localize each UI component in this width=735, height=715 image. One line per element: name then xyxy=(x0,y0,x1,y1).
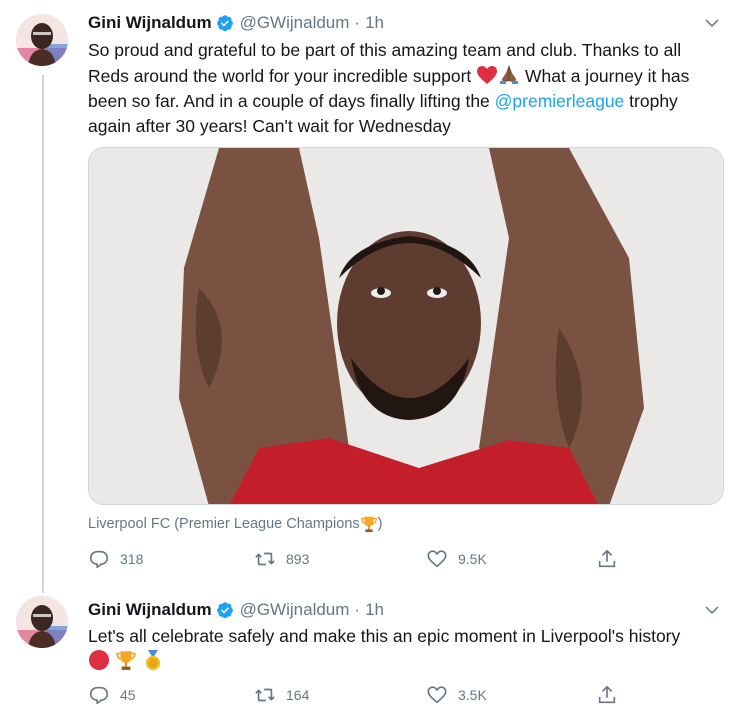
like-count: 3.5K xyxy=(458,687,487,703)
red-heart-emoji xyxy=(477,66,498,84)
author-name[interactable]: Gini Wijnaldum xyxy=(88,13,212,33)
reply-count: 45 xyxy=(120,687,136,703)
retweet-button[interactable]: 893 xyxy=(254,548,309,570)
verified-badge-icon xyxy=(216,602,233,619)
avatar[interactable] xyxy=(16,596,68,648)
tweet-2[interactable]: Gini Wijnaldum @GWijnaldum · 1h Let's al… xyxy=(0,590,735,715)
separator-dot: · xyxy=(354,600,361,619)
media-credit-end: ) xyxy=(377,516,383,532)
author-handle[interactable]: @GWijnaldum xyxy=(240,600,350,620)
retweet-icon xyxy=(255,688,275,702)
reply-count: 318 xyxy=(120,551,144,567)
tweet-actions: 318 893 9.5K xyxy=(88,548,628,572)
like-icon xyxy=(427,686,447,704)
like-button[interactable]: 9.5K xyxy=(426,548,487,570)
reply-button[interactable]: 318 xyxy=(88,548,143,570)
tweet-header: Gini Wijnaldum @GWijnaldum · 1h xyxy=(88,12,384,34)
like-button[interactable]: 3.5K xyxy=(426,684,487,706)
separator-dot: · xyxy=(354,13,361,32)
retweet-count: 893 xyxy=(286,551,310,567)
retweet-icon xyxy=(255,552,275,566)
retweet-button[interactable]: 164 xyxy=(254,684,309,706)
medal-emoji xyxy=(145,650,160,670)
author-handle[interactable]: @GWijnaldum xyxy=(240,13,350,33)
tweet-1[interactable]: Gini Wijnaldum @GWijnaldum · 1h So proud… xyxy=(0,0,735,590)
tweet-text: Let's all celebrate safely and make this… xyxy=(88,624,724,675)
share-icon xyxy=(598,549,616,568)
avatar[interactable] xyxy=(16,14,68,66)
like-count: 9.5K xyxy=(458,551,487,567)
praying-hands-emoji xyxy=(500,65,519,84)
reply-button[interactable]: 45 xyxy=(88,684,136,706)
tweet-text-part: Let's all celebrate safely and make this… xyxy=(88,626,681,646)
share-button[interactable] xyxy=(596,684,618,706)
verified-badge-icon xyxy=(216,15,233,32)
tweet-actions: 45 164 3.5K xyxy=(88,684,628,708)
reply-icon xyxy=(89,686,109,705)
share-button[interactable] xyxy=(596,548,618,570)
media-credit[interactable]: Liverpool FC (Premier League Champions ) xyxy=(88,515,382,533)
trophy-emoji xyxy=(360,516,377,533)
timestamp[interactable]: 1h xyxy=(365,13,384,33)
tweet-text: So proud and grateful to be part of this… xyxy=(88,38,724,139)
chevron-down-icon[interactable] xyxy=(703,14,721,32)
tweet-photo[interactable] xyxy=(88,147,724,505)
author-name[interactable]: Gini Wijnaldum xyxy=(88,600,212,620)
trophy-emoji xyxy=(116,651,136,670)
like-icon xyxy=(427,550,447,568)
mention-link[interactable]: @premierleague xyxy=(495,91,625,111)
media-credit-label: Liverpool FC (Premier League Champions xyxy=(88,516,360,532)
retweet-count: 164 xyxy=(286,687,310,703)
share-icon xyxy=(598,685,616,704)
tweet-header: Gini Wijnaldum @GWijnaldum · 1h xyxy=(88,599,384,621)
reply-icon xyxy=(89,550,109,569)
red-circle-emoji xyxy=(89,650,109,670)
chevron-down-icon[interactable] xyxy=(703,601,721,619)
timestamp[interactable]: 1h xyxy=(365,600,384,620)
